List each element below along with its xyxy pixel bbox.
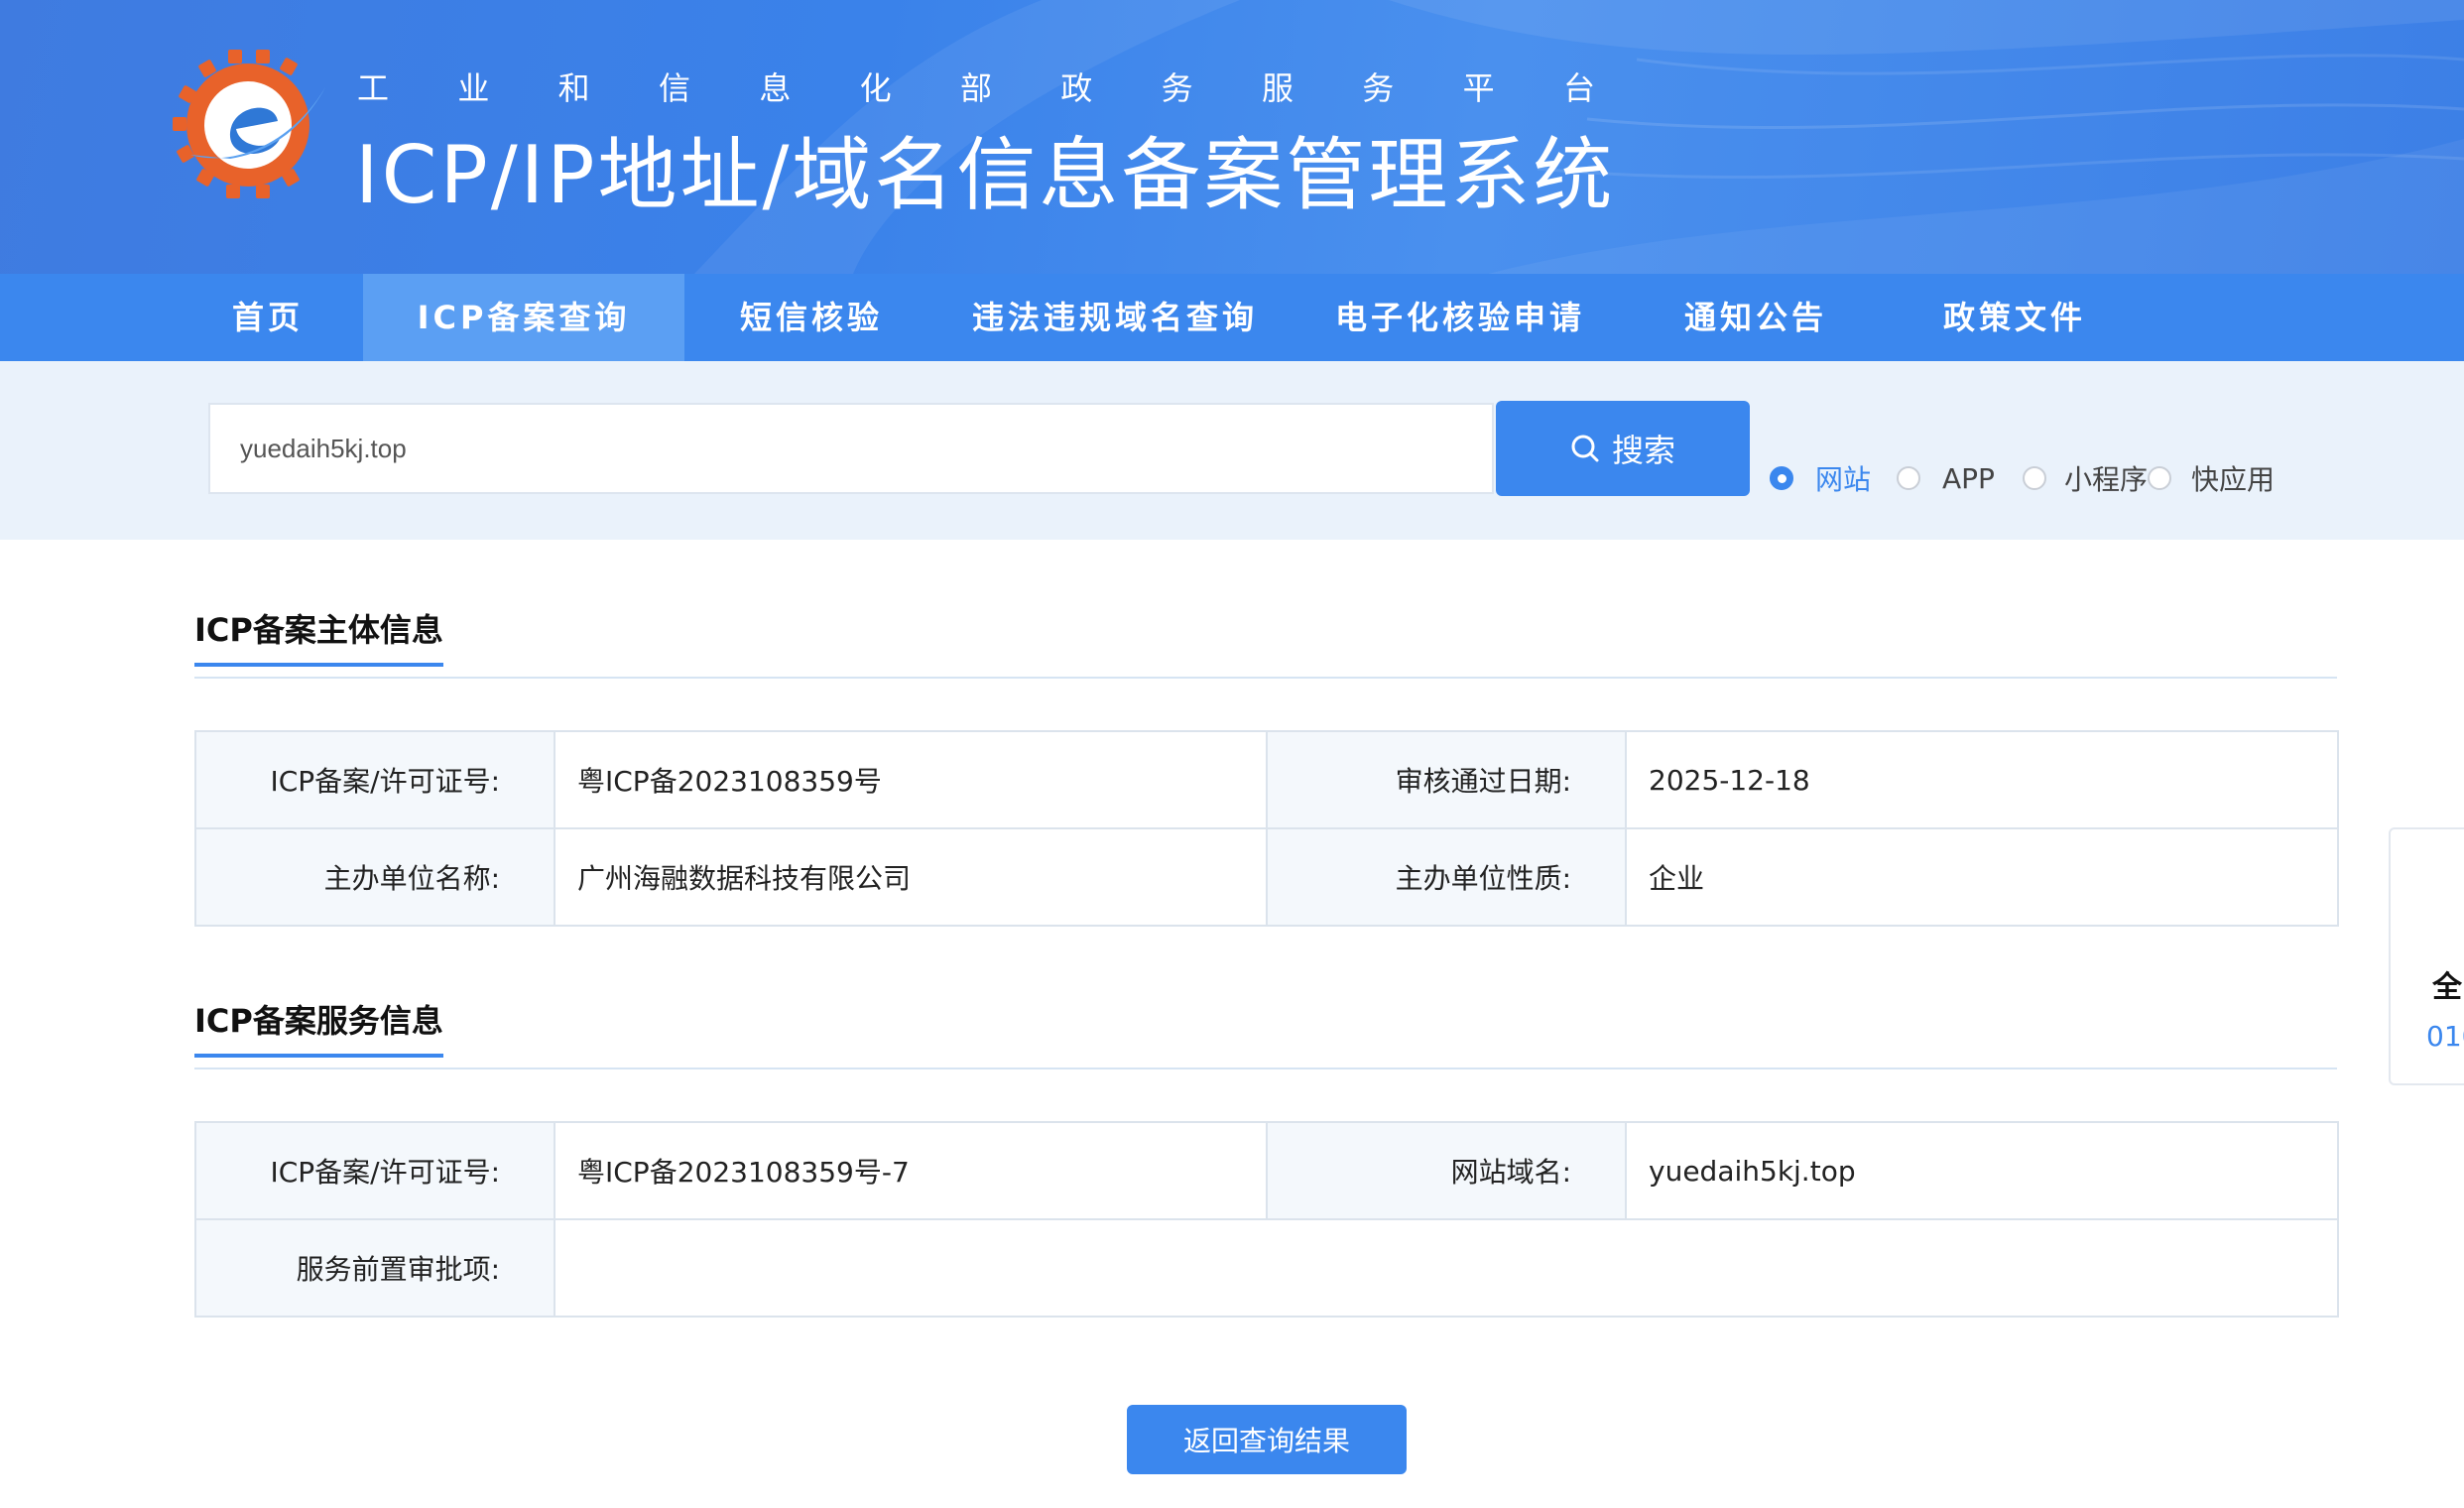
radio-checked-icon xyxy=(1770,466,1793,490)
table-row: 主办单位名称: 广州海融数据科技有限公司 主办单位性质: 企业 xyxy=(194,827,2339,927)
organizer-type-value: 企业 xyxy=(1625,827,2339,927)
miit-logo-icon xyxy=(173,50,325,198)
header-banner: 工 业 和 信 息 化 部 政 务 服 务 平 台 ICP/IP地址/域名信息备… xyxy=(0,0,2464,274)
table-row: ICP备案/许可证号: 粤ICP备2023108359号-7 网站域名: yue… xyxy=(194,1121,2339,1220)
subtitle-char: 务 xyxy=(1362,69,1397,107)
nav-item-notices[interactable]: 通知公告 xyxy=(1629,274,1883,361)
nav-item-illegal-domain-query[interactable]: 违法违规域名查询 xyxy=(938,274,1292,361)
section-divider xyxy=(194,677,2337,679)
domain-value: yuedaih5kj.top xyxy=(1625,1121,2339,1220)
radio-label: 快应用 xyxy=(2190,463,2275,496)
section-title-subject: ICP备案主体信息 xyxy=(194,605,443,667)
service-license-value: 粤ICP备2023108359号-7 xyxy=(554,1121,1268,1220)
search-type-group: 网站 APP 小程序 快应用 xyxy=(1770,458,2275,498)
radio-app[interactable]: APP xyxy=(1897,462,1995,495)
search-area: 搜索 网站 APP 小程序 快应用 xyxy=(0,361,2464,540)
radio-mini-program[interactable]: 小程序 xyxy=(2022,458,2148,498)
main-nav: 首页 ICP备案查询 短信核验 违法违规域名查询 电子化核验申请 通知公告 政策… xyxy=(0,274,2464,361)
section-divider xyxy=(194,1068,2337,1069)
search-button-label: 搜索 xyxy=(1611,432,1675,469)
side-panel-title: 全 xyxy=(2432,970,2462,1005)
subtitle-char: 务 xyxy=(1161,69,1195,107)
section-title-service: ICP备案服务信息 xyxy=(194,996,443,1058)
license-label: ICP备案/许可证号: xyxy=(194,730,555,829)
subtitle-char: 息 xyxy=(759,69,794,107)
subject-info-table: ICP备案/许可证号: 粤ICP备2023108359号 审核通过日期: 202… xyxy=(194,730,2339,927)
system-title: ICP/IP地址/域名信息备案管理系统 xyxy=(355,129,1616,221)
radio-label: 网站 xyxy=(1815,463,1872,496)
search-input[interactable] xyxy=(208,403,1494,494)
radio-website[interactable]: 网站 xyxy=(1770,458,1871,498)
nav-item-sms-verify[interactable]: 短信核验 xyxy=(684,274,938,361)
subtitle-char: 业 xyxy=(457,69,492,107)
nav-item-home[interactable]: 首页 xyxy=(190,274,345,361)
pre-approval-value xyxy=(554,1218,2339,1318)
organizer-name-label: 主办单位名称: xyxy=(194,827,555,927)
side-service-panel[interactable]: 全 010 xyxy=(2389,827,2464,1085)
approval-date-value: 2025-12-18 xyxy=(1625,730,2339,829)
radio-label: 小程序 xyxy=(2063,463,2148,496)
radio-unchecked-icon xyxy=(1897,466,1921,490)
organizer-type-label: 主办单位性质: xyxy=(1266,827,1627,927)
organizer-name-value: 广州海融数据科技有限公司 xyxy=(554,827,1268,927)
approval-date-label: 审核通过日期: xyxy=(1266,730,1627,829)
subtitle-char: 工 xyxy=(357,69,392,107)
subtitle-char: 平 xyxy=(1462,69,1497,107)
radio-label: APP xyxy=(1942,461,1995,495)
search-icon xyxy=(1571,435,1599,462)
license-value: 粤ICP备2023108359号 xyxy=(554,730,1268,829)
table-row: ICP备案/许可证号: 粤ICP备2023108359号 审核通过日期: 202… xyxy=(194,730,2339,829)
table-row: 服务前置审批项: xyxy=(194,1218,2339,1318)
nav-item-policy-docs[interactable]: 政策文件 xyxy=(1883,274,2147,361)
nav-item-icp-query[interactable]: ICP备案查询 xyxy=(363,274,684,361)
subtitle-char: 台 xyxy=(1562,69,1597,107)
back-to-results-button[interactable]: 返回查询结果 xyxy=(1127,1405,1407,1474)
subtitle-char: 化 xyxy=(859,69,894,107)
subtitle-char: 服 xyxy=(1261,69,1295,107)
search-button[interactable]: 搜索 xyxy=(1496,401,1750,496)
radio-unchecked-icon xyxy=(2147,466,2171,490)
radio-unchecked-icon xyxy=(2022,466,2046,490)
radio-quick-app[interactable]: 快应用 xyxy=(2147,458,2275,498)
side-panel-phone: 010 xyxy=(2426,1020,2464,1053)
subtitle-char: 部 xyxy=(959,69,994,107)
service-info-table: ICP备案/许可证号: 粤ICP备2023108359号-7 网站域名: yue… xyxy=(194,1121,2339,1318)
ministry-subtitle: 工 业 和 信 息 化 部 政 务 服 务 平 台 xyxy=(357,63,1597,109)
pre-approval-label: 服务前置审批项: xyxy=(194,1218,555,1318)
subtitle-char: 信 xyxy=(658,69,692,107)
service-license-label: ICP备案/许可证号: xyxy=(194,1121,555,1220)
subtitle-char: 政 xyxy=(1060,69,1095,107)
nav-item-e-verify-apply[interactable]: 电子化核验申请 xyxy=(1292,274,1629,361)
subtitle-char: 和 xyxy=(557,69,592,107)
domain-label: 网站域名: xyxy=(1266,1121,1627,1220)
